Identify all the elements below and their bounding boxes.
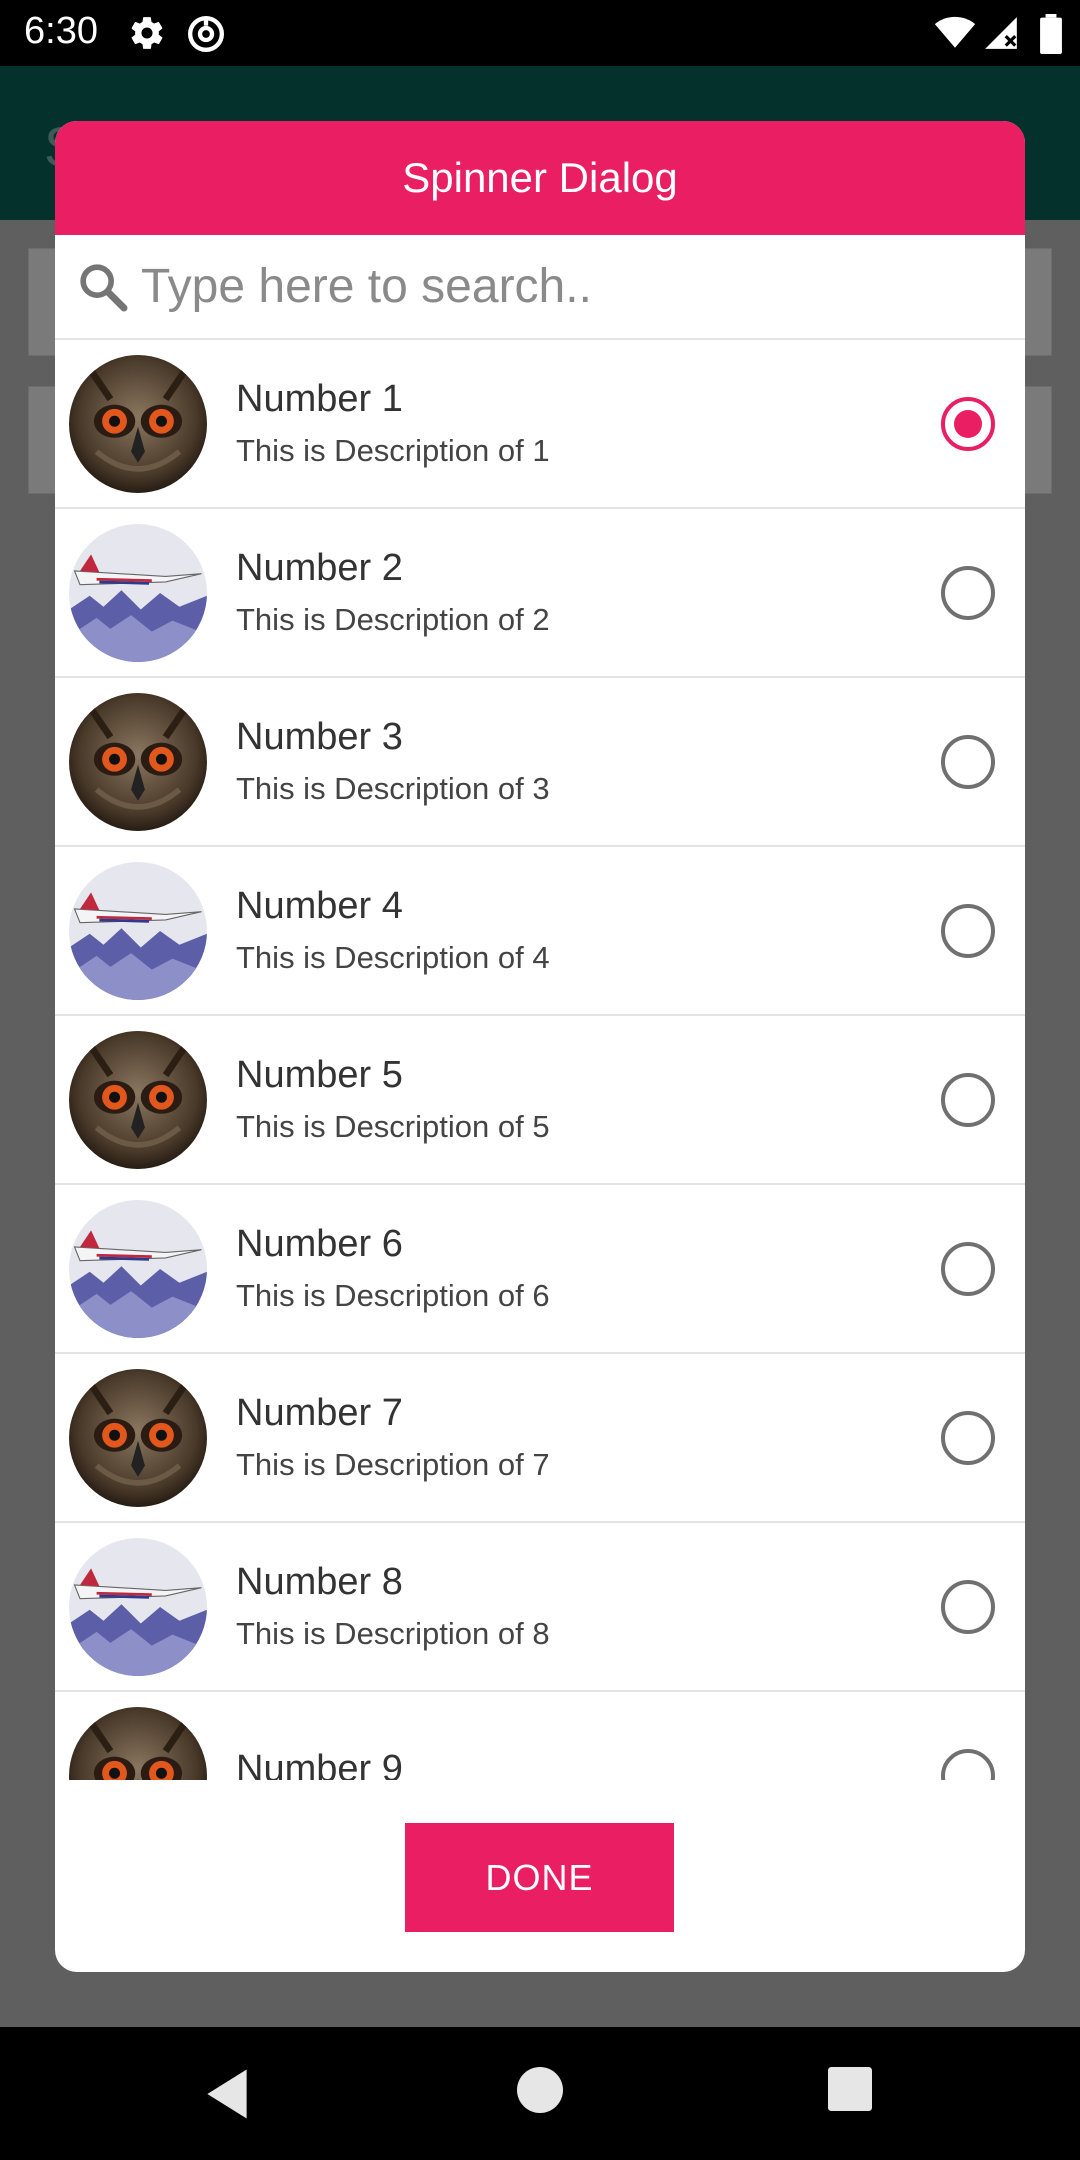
radio-button[interactable] (941, 734, 995, 789)
navigation-bar (0, 2027, 1080, 2160)
item-text: Number 7 This is Description of 7 (236, 1392, 941, 1483)
item-title: Number 3 (236, 716, 403, 758)
item-title: Number 5 (236, 1054, 403, 1096)
item-description: This is Description of 7 (236, 1447, 550, 1482)
item-text: Number 9 (236, 1748, 941, 1780)
back-icon[interactable] (202, 2067, 252, 2121)
owl-avatar (69, 354, 207, 493)
item-description: This is Description of 8 (236, 1616, 550, 1651)
owl-avatar (69, 1368, 207, 1507)
item-text: Number 2 This is Description of 2 (236, 547, 941, 638)
item-text: Number 8 This is Description of 8 (236, 1561, 941, 1652)
owl-avatar (69, 1706, 207, 1780)
radio-button[interactable] (941, 565, 995, 620)
owl-avatar (69, 692, 207, 831)
list-item[interactable]: Number 8 This is Description of 8 (55, 1523, 1025, 1692)
search-input[interactable] (141, 259, 961, 314)
jet-avatar (69, 861, 207, 1000)
jet-avatar (69, 1537, 207, 1676)
recents-icon[interactable] (828, 2067, 872, 2111)
item-title: Number 2 (236, 547, 403, 589)
list-item[interactable]: Number 2 This is Description of 2 (55, 509, 1025, 678)
item-text: Number 1 This is Description of 1 (236, 378, 941, 469)
spinner-dialog: Spinner Dialog Number 1 This is Descripti… (55, 121, 1025, 1972)
list-item[interactable]: Number 7 This is Description of 7 (55, 1354, 1025, 1523)
dialog-header: Spinner Dialog (55, 121, 1025, 235)
status-bar: 6:30 (0, 0, 1080, 66)
item-title: Number 9 (236, 1748, 403, 1780)
item-description: This is Description of 1 (236, 433, 550, 468)
radio-button[interactable] (941, 1748, 995, 1780)
radio-button[interactable] (941, 1410, 995, 1465)
item-text: Number 4 This is Description of 4 (236, 885, 941, 976)
jet-avatar (69, 523, 207, 662)
radio-button[interactable] (941, 1241, 995, 1296)
done-button[interactable]: DONE (405, 1823, 674, 1932)
radio-button[interactable] (941, 1072, 995, 1127)
item-list[interactable]: Number 1 This is Description of 1 Number … (55, 340, 1025, 1780)
list-item[interactable]: Number 6 This is Description of 6 (55, 1185, 1025, 1354)
list-item[interactable]: Number 3 This is Description of 3 (55, 678, 1025, 847)
item-title: Number 8 (236, 1561, 403, 1603)
list-item[interactable]: Number 1 This is Description of 1 (55, 340, 1025, 509)
list-item[interactable]: Number 4 This is Description of 4 (55, 847, 1025, 1016)
item-description: This is Description of 6 (236, 1278, 550, 1313)
dialog-title: Spinner Dialog (402, 154, 678, 201)
item-text: Number 6 This is Description of 6 (236, 1223, 941, 1314)
home-icon[interactable] (517, 2067, 563, 2113)
item-description: This is Description of 4 (236, 940, 550, 975)
radio-button[interactable] (941, 903, 995, 958)
jet-avatar (69, 1199, 207, 1338)
item-description: This is Description of 3 (236, 771, 550, 806)
radio-button-selected[interactable] (941, 396, 995, 451)
item-text: Number 3 This is Description of 3 (236, 716, 941, 807)
owl-avatar (69, 1030, 207, 1169)
battery-icon (1040, 14, 1062, 54)
search-icon (80, 263, 128, 311)
item-description: This is Description of 2 (236, 602, 550, 637)
item-description: This is Description of 5 (236, 1109, 550, 1144)
at-sign-icon (188, 16, 224, 52)
dialog-footer: DONE (55, 1780, 1025, 1972)
search-bar (55, 235, 1025, 340)
radio-button[interactable] (941, 1579, 995, 1634)
wifi-icon (934, 16, 976, 48)
item-title: Number 4 (236, 885, 403, 927)
gear-icon (131, 17, 163, 49)
item-text: Number 5 This is Description of 5 (236, 1054, 941, 1145)
list-item[interactable]: Number 5 This is Description of 5 (55, 1016, 1025, 1185)
list-item[interactable]: Number 9 (55, 1692, 1025, 1780)
signal-icon (985, 17, 1017, 49)
item-title: Number 6 (236, 1223, 403, 1265)
item-title: Number 7 (236, 1392, 403, 1434)
status-time: 6:30 (24, 10, 98, 52)
item-title: Number 1 (236, 378, 403, 420)
